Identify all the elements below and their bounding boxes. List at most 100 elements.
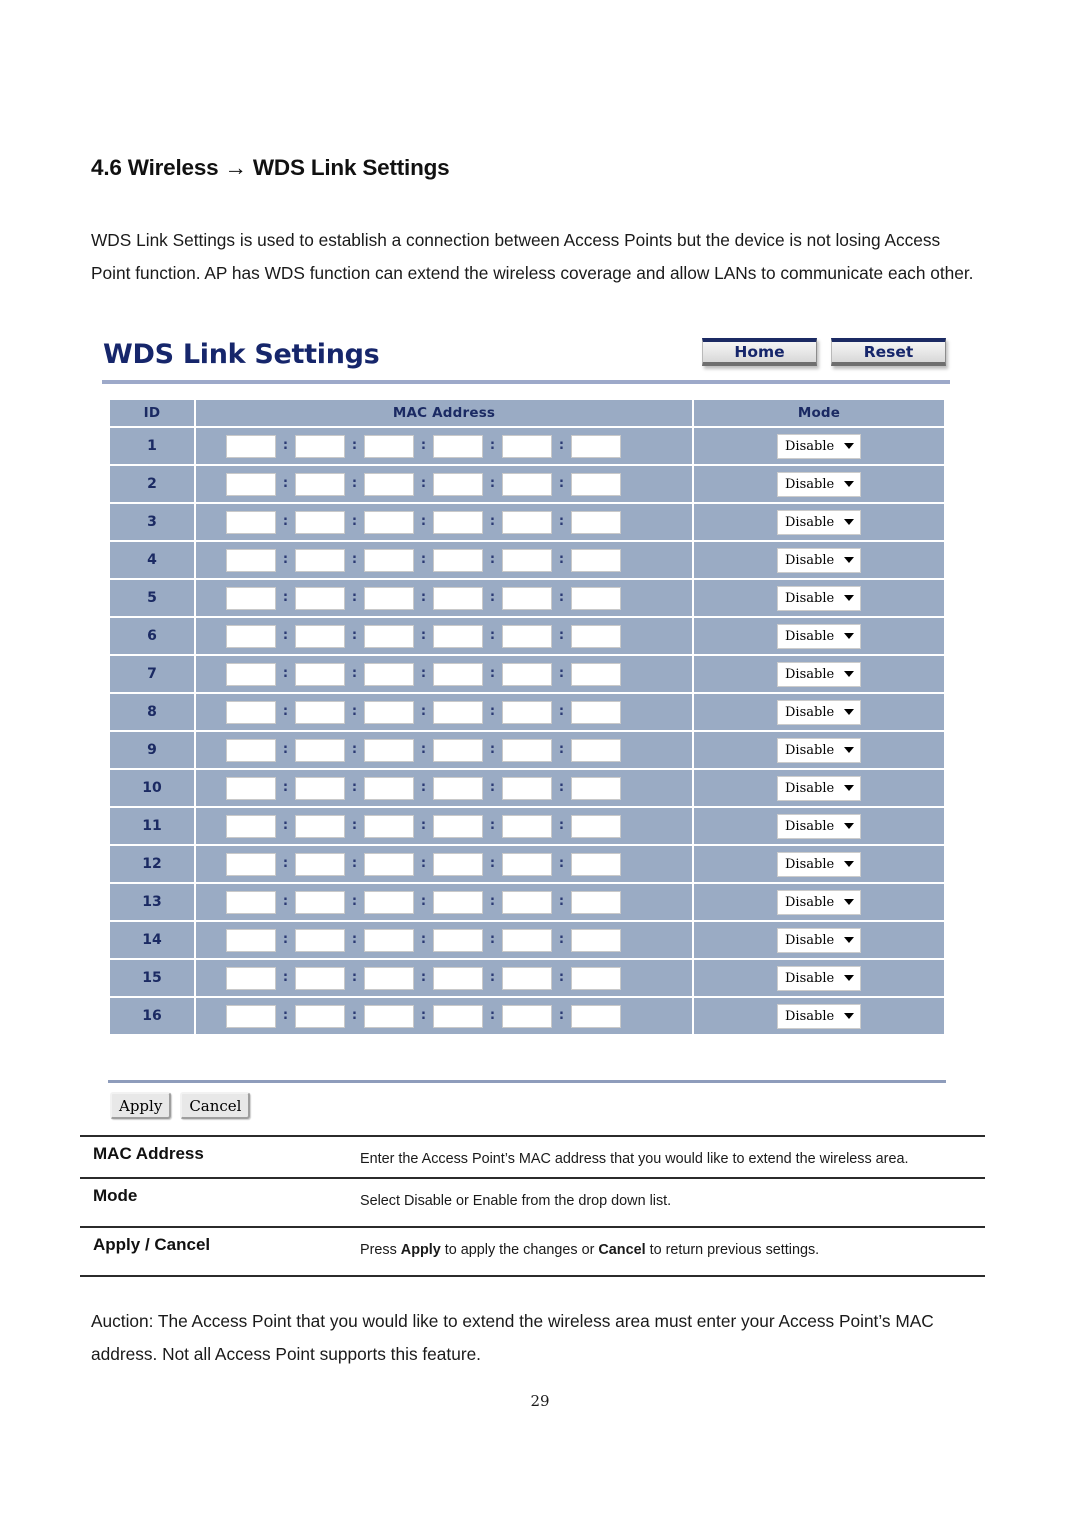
mac-octet-input-2[interactable] <box>295 890 345 914</box>
mac-octet-input-2[interactable] <box>295 434 345 458</box>
mac-octet-input-1[interactable] <box>226 586 276 610</box>
mac-octet-input-1[interactable] <box>226 776 276 800</box>
mode-dropdown[interactable]: Disable <box>777 813 861 839</box>
mac-octet-input-2[interactable] <box>295 472 345 496</box>
mac-octet-input-2[interactable] <box>295 548 345 572</box>
mac-octet-input-2[interactable] <box>295 738 345 762</box>
mac-octet-input-4[interactable] <box>433 548 483 572</box>
mac-octet-input-1[interactable] <box>226 966 276 990</box>
mac-octet-input-3[interactable] <box>364 472 414 496</box>
mode-dropdown[interactable]: Disable <box>777 585 861 611</box>
mac-octet-input-3[interactable] <box>364 1004 414 1028</box>
mode-dropdown[interactable]: Disable <box>777 737 861 763</box>
mode-dropdown[interactable]: Disable <box>777 965 861 991</box>
mac-octet-input-3[interactable] <box>364 510 414 534</box>
mac-octet-input-6[interactable] <box>571 434 621 458</box>
mac-octet-input-3[interactable] <box>364 662 414 686</box>
mac-octet-input-2[interactable] <box>295 966 345 990</box>
mode-dropdown[interactable]: Disable <box>777 927 861 953</box>
mode-dropdown[interactable]: Disable <box>777 547 861 573</box>
mac-octet-input-6[interactable] <box>571 852 621 876</box>
mac-octet-input-1[interactable] <box>226 852 276 876</box>
mac-octet-input-5[interactable] <box>502 548 552 572</box>
mac-octet-input-2[interactable] <box>295 814 345 838</box>
mac-octet-input-5[interactable] <box>502 890 552 914</box>
mac-octet-input-5[interactable] <box>502 586 552 610</box>
mac-octet-input-4[interactable] <box>433 966 483 990</box>
mac-octet-input-6[interactable] <box>571 510 621 534</box>
mode-dropdown[interactable]: Disable <box>777 433 861 459</box>
mac-octet-input-4[interactable] <box>433 624 483 648</box>
mac-octet-input-6[interactable] <box>571 624 621 648</box>
mac-octet-input-1[interactable] <box>226 928 276 952</box>
mac-octet-input-3[interactable] <box>364 928 414 952</box>
mac-octet-input-3[interactable] <box>364 434 414 458</box>
mac-octet-input-5[interactable] <box>502 966 552 990</box>
mac-octet-input-4[interactable] <box>433 738 483 762</box>
mac-octet-input-4[interactable] <box>433 586 483 610</box>
cancel-button[interactable]: Cancel <box>180 1092 251 1119</box>
mac-octet-input-6[interactable] <box>571 890 621 914</box>
mode-dropdown[interactable]: Disable <box>777 699 861 725</box>
mode-dropdown[interactable]: Disable <box>777 623 861 649</box>
mac-octet-input-1[interactable] <box>226 472 276 496</box>
mac-octet-input-1[interactable] <box>226 624 276 648</box>
mac-octet-input-1[interactable] <box>226 890 276 914</box>
mac-octet-input-6[interactable] <box>571 700 621 724</box>
mac-octet-input-4[interactable] <box>433 662 483 686</box>
mac-octet-input-5[interactable] <box>502 662 552 686</box>
mac-octet-input-1[interactable] <box>226 548 276 572</box>
mac-octet-input-1[interactable] <box>226 510 276 534</box>
mac-octet-input-2[interactable] <box>295 624 345 648</box>
mac-octet-input-3[interactable] <box>364 890 414 914</box>
mac-octet-input-2[interactable] <box>295 662 345 686</box>
mode-dropdown[interactable]: Disable <box>777 889 861 915</box>
mac-octet-input-5[interactable] <box>502 776 552 800</box>
mac-octet-input-6[interactable] <box>571 662 621 686</box>
mac-octet-input-2[interactable] <box>295 586 345 610</box>
mac-octet-input-5[interactable] <box>502 1004 552 1028</box>
mac-octet-input-6[interactable] <box>571 1004 621 1028</box>
mac-octet-input-2[interactable] <box>295 928 345 952</box>
mac-octet-input-6[interactable] <box>571 928 621 952</box>
mac-octet-input-6[interactable] <box>571 966 621 990</box>
mac-octet-input-4[interactable] <box>433 852 483 876</box>
mac-octet-input-4[interactable] <box>433 776 483 800</box>
mac-octet-input-3[interactable] <box>364 852 414 876</box>
mac-octet-input-4[interactable] <box>433 890 483 914</box>
mac-octet-input-6[interactable] <box>571 776 621 800</box>
mac-octet-input-3[interactable] <box>364 814 414 838</box>
mode-dropdown[interactable]: Disable <box>777 851 861 877</box>
apply-button[interactable]: Apply <box>110 1092 172 1119</box>
mac-octet-input-5[interactable] <box>502 928 552 952</box>
mac-octet-input-4[interactable] <box>433 510 483 534</box>
mac-octet-input-1[interactable] <box>226 700 276 724</box>
mac-octet-input-4[interactable] <box>433 1004 483 1028</box>
mac-octet-input-5[interactable] <box>502 700 552 724</box>
mac-octet-input-2[interactable] <box>295 776 345 800</box>
mac-octet-input-5[interactable] <box>502 510 552 534</box>
mac-octet-input-3[interactable] <box>364 966 414 990</box>
mac-octet-input-3[interactable] <box>364 624 414 648</box>
mac-octet-input-5[interactable] <box>502 852 552 876</box>
mac-octet-input-1[interactable] <box>226 434 276 458</box>
mac-octet-input-2[interactable] <box>295 700 345 724</box>
mac-octet-input-5[interactable] <box>502 814 552 838</box>
mac-octet-input-3[interactable] <box>364 548 414 572</box>
mac-octet-input-3[interactable] <box>364 776 414 800</box>
reset-button[interactable]: Reset <box>831 338 946 366</box>
mac-octet-input-6[interactable] <box>571 586 621 610</box>
mac-octet-input-5[interactable] <box>502 738 552 762</box>
mac-octet-input-4[interactable] <box>433 472 483 496</box>
mac-octet-input-4[interactable] <box>433 700 483 724</box>
mac-octet-input-3[interactable] <box>364 586 414 610</box>
mode-dropdown[interactable]: Disable <box>777 471 861 497</box>
mode-dropdown[interactable]: Disable <box>777 775 861 801</box>
mode-dropdown[interactable]: Disable <box>777 1003 861 1029</box>
mac-octet-input-1[interactable] <box>226 662 276 686</box>
mac-octet-input-2[interactable] <box>295 510 345 534</box>
mode-dropdown[interactable]: Disable <box>777 509 861 535</box>
mac-octet-input-1[interactable] <box>226 738 276 762</box>
home-button[interactable]: Home <box>702 338 817 366</box>
mac-octet-input-4[interactable] <box>433 434 483 458</box>
